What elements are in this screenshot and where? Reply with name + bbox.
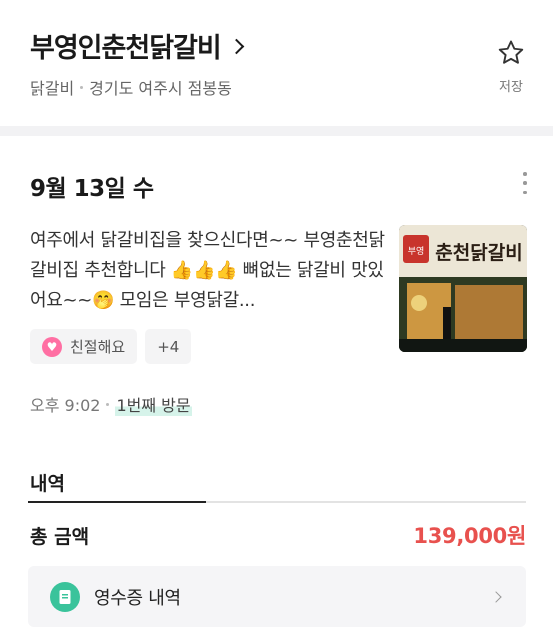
visit-card: 9월 13일 수 여주에서 닭갈비집을 찾으신다면~~ 부영춘천닭갈비집 추천합… [0,136,553,640]
store-meta: 닭갈비 경기도 여주시 점봉동 [30,75,232,99]
total-amount: 139,000원 [413,524,526,548]
chevron-right-icon [490,591,502,603]
more-dot-icon [523,172,527,176]
store-category: 닭갈비 [30,79,75,98]
chevron-right-icon [228,38,245,55]
more-dot-icon [523,181,527,185]
visit-count: 1번째 방문 [115,392,192,416]
tag-more-chip[interactable]: +4 [145,329,192,364]
review-photo[interactable]: 부영 춘천닭갈비 [399,225,527,352]
heart-icon: ♥ [42,336,62,357]
visit-meta: 오후 9:02 1번째 방문 [30,392,192,416]
receipt-button[interactable]: 영수증 내역 [28,566,526,627]
restaurant-storefront-image: 부영 춘천닭갈비 [399,225,527,352]
receipt-icon [50,581,80,612]
sign-text-main: 춘천닭갈비 [435,242,522,264]
separator-dot [80,85,84,89]
save-button[interactable]: 저장 [491,38,531,95]
sign-text-left: 부영 [408,246,425,257]
more-options-button[interactable] [521,172,529,194]
store-name-link[interactable]: 부영인춘천닭갈비 [30,26,245,65]
star-icon [498,40,524,64]
total-label: 총 금액 [30,526,90,548]
separator-dot [106,402,110,406]
store-name: 부영인춘천닭갈비 [30,33,222,64]
tag-chip-kind[interactable]: ♥ 친절해요 [30,329,138,364]
store-header: 부영인춘천닭갈비 닭갈비 경기도 여주시 점봉동 저장 [0,0,553,126]
save-label: 저장 [499,80,523,95]
tag-more-label: +4 [157,337,180,356]
tag-label: 친절해요 [70,338,126,356]
section-title: 내역 [30,473,65,495]
store-address: 경기도 여주시 점봉동 [89,79,232,98]
visit-date: 9월 13일 수 [30,176,154,202]
receipt-label: 영수증 내역 [94,587,181,609]
review-tags: ♥ 친절해요 +4 [30,329,192,364]
visit-time: 오후 9:02 [30,396,101,415]
review-text[interactable]: 여주에서 닭갈비집을 찾으신다면~~ 부영춘천닭갈비집 추천합니다 👍👍👍 뼈없… [30,226,385,316]
section-tab-indicator [28,501,206,503]
more-dot-icon [523,190,527,194]
